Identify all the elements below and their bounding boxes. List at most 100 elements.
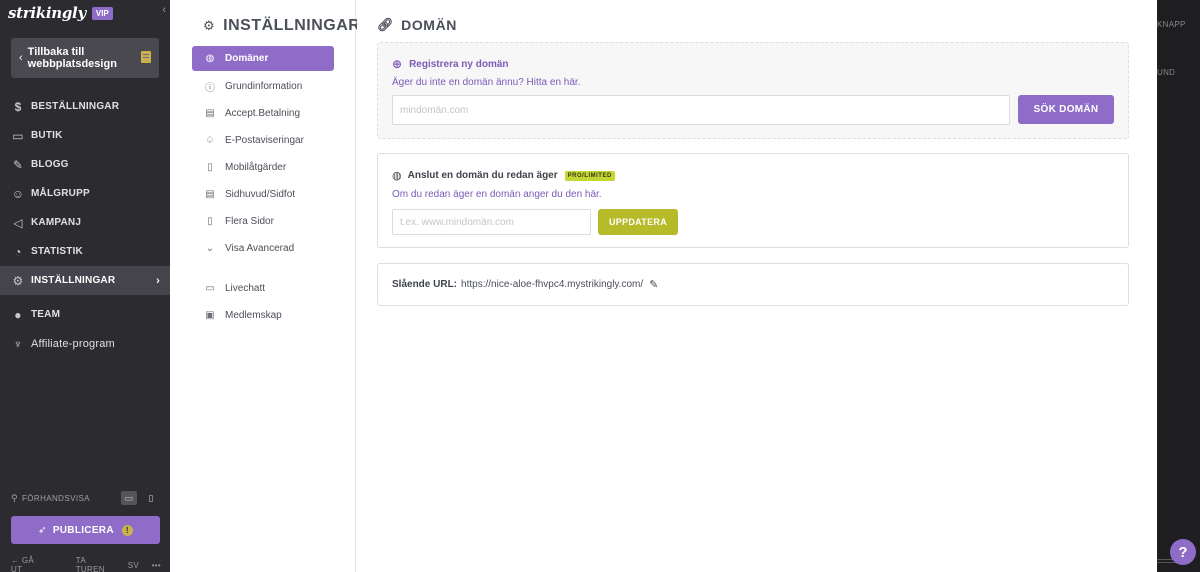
sidebar-item-label: MÅLGRUPP [31, 188, 90, 199]
register-heading-text: Registrera ny domän [409, 58, 509, 70]
chevron-left-icon[interactable]: ‹ [162, 4, 166, 16]
more-icon[interactable]: ••• [152, 561, 161, 570]
logo[interactable]: strikingly [8, 4, 86, 22]
editor-preview-edge: KNAPP UND [1157, 0, 1200, 572]
settings-title: ⚙ INSTÄLLNINGAR [203, 17, 360, 35]
settings-item-show-advanced[interactable]: ⌄ Visa Avancerad [192, 235, 334, 262]
sidebar-item-affiliate[interactable]: ♆ Affiliate-program [0, 329, 170, 358]
bell-icon: ♤ [205, 135, 215, 146]
help-button[interactable]: ? [1170, 539, 1196, 565]
sidebar-item-label: BUTIK [31, 130, 63, 141]
search-plus-icon: ⊕ [392, 57, 403, 71]
sidebar-item-label: STATISTIK [31, 246, 83, 257]
pen-icon: ✎ [12, 157, 24, 172]
settings-item-membership[interactable]: ▣ Medlemskap [192, 302, 334, 329]
settings-title-text: INSTÄLLNINGAR [223, 17, 361, 34]
edge-text: KNAPP [1157, 20, 1186, 29]
sidebar-item-label: INSTÄLLNINGAR [31, 275, 116, 286]
menu-label: Grundinformation [225, 81, 303, 92]
site-url-card: Slående URL: https://nice-aloe-fhvpc4.my… [377, 263, 1129, 306]
gear-icon: ⚙ [12, 273, 24, 288]
register-heading: ⊕ Registrera ny domän [392, 57, 509, 71]
chevron-right-icon: › [156, 274, 160, 287]
sidebar-item-label: TEAM [31, 309, 61, 320]
search-icon: ⚲ [11, 492, 18, 503]
page-icon [141, 51, 151, 63]
settings-item-header-footer[interactable]: ▤ Sidhuvud/Sidfot [192, 181, 334, 208]
menu-label: Flera Sidor [225, 216, 274, 227]
connect-domain-card: ◍ Anslut en domän du redan äger PRO/LIMI… [377, 153, 1129, 248]
info-icon: ⓘ [205, 83, 215, 94]
trophy-icon: ♆ [13, 336, 23, 351]
sidebar-item-audience[interactable]: ☺ MÅLGRUPP [0, 179, 170, 208]
back-button-label: Tillbaka till webbplatsdesign [27, 46, 117, 70]
tour-link[interactable]: TA TUREN [76, 556, 106, 572]
settings-panel: ⚙ INSTÄLLNINGAR ◍ Domäner ⓘ Grundinforma… [170, 0, 360, 572]
mobile-icon: ▯ [207, 162, 213, 173]
sidebar-item-label: BESTÄLLNINGAR [31, 101, 120, 112]
settings-menu: ◍ Domäner ⓘ Grundinformation ▤ Accept.Be… [192, 46, 334, 329]
page-title: 🔗︎ DOMÄN [377, 17, 457, 33]
search-domain-button[interactable]: SÖK DOMÄN [1018, 95, 1114, 124]
sidebar-item-label: Affiliate-program [31, 337, 115, 350]
publish-button[interactable]: ➶ PUBLICERA ! [11, 516, 160, 544]
exit-label: GÅ UT [11, 556, 34, 572]
site-url-value[interactable]: https://nice-aloe-fhvpc4.mystrikingly.co… [461, 279, 643, 290]
team-icon: ● [14, 307, 22, 322]
sidebar-item-orders[interactable]: $ BESTÄLLNINGAR [0, 92, 170, 121]
exit-link[interactable]: ← GÅ UT [11, 556, 54, 572]
publish-label: PUBLICERA [52, 524, 114, 536]
pencil-icon[interactable]: ✎ [649, 278, 658, 291]
domain-search-input[interactable]: mindomän.com [392, 95, 1010, 125]
layout-icon: ▤ [205, 189, 215, 200]
site-url-label: Slående URL: [392, 279, 458, 290]
sidebar-item-statistics[interactable]: ◔ STATISTIK [0, 237, 170, 266]
rocket-icon: ➶ [38, 524, 47, 536]
settings-item-mobile-actions[interactable]: ▯ Mobilåtgärder [192, 154, 334, 181]
menu-label: Mobilåtgärder [225, 162, 287, 173]
edge-text: UND [1157, 68, 1176, 77]
settings-item-domains[interactable]: ◍ Domäner [192, 46, 334, 71]
sidebar-item-settings[interactable]: ⚙ INSTÄLLNINGAR › [0, 266, 170, 295]
custom-domain-input[interactable]: t.ex. www.mindomän.com [392, 209, 591, 235]
settings-item-email-notifications[interactable]: ♤ E-Postaviseringar [192, 127, 334, 154]
settings-item-live-chat[interactable]: ▭ Livechatt [192, 275, 334, 302]
settings-item-multiple-pages[interactable]: ▯ Flera Sidor [192, 208, 334, 235]
settings-item-payments[interactable]: ▤ Accept.Betalning [192, 100, 334, 127]
language-link[interactable]: SV [128, 561, 139, 570]
warning-icon: ! [121, 524, 133, 536]
register-domain-card: ⊕ Registrera ny domän Äger du inte en do… [377, 42, 1129, 139]
gear-icon: ⚙ [203, 18, 216, 33]
sidebar-item-campaign[interactable]: ◁ KAMPANJ [0, 208, 170, 237]
update-button[interactable]: UPPDATERA [598, 209, 678, 235]
chart-icon: ◔ [14, 244, 22, 259]
chevron-left-icon: ‹ [19, 52, 23, 64]
globe-icon: ◍ [205, 53, 215, 64]
plan-badge: PRO/LIMITED [564, 170, 615, 181]
site-url-row: Slående URL: https://nice-aloe-fhvpc4.my… [392, 278, 658, 291]
store-icon: ▭ [12, 128, 24, 143]
sidebar-item-blog[interactable]: ✎ BLOGG [0, 150, 170, 179]
back-to-design-button[interactable]: ‹ Tillbaka till webbplatsdesign [11, 38, 159, 78]
chevron-down-icon: ⌄ [205, 243, 215, 254]
connect-subtext: Om du redan äger en domän anger du den h… [392, 189, 602, 200]
sidebar-item-team[interactable]: ● TEAM [0, 300, 170, 329]
register-subtext: Äger du inte en domän ännu? Hitta en här… [392, 77, 581, 88]
menu-label: Medlemskap [225, 310, 282, 321]
sidebar-item-label: BLOGG [31, 159, 69, 170]
pages-icon: ▯ [207, 216, 213, 227]
member-icon: ▣ [205, 310, 215, 321]
preview-label[interactable]: FÖRHANDSVISA [22, 494, 90, 503]
link-icon: 🔗︎ [377, 17, 395, 32]
sidebar-nav: $ BESTÄLLNINGAR ▭ BUTIK ✎ BLOGG ☺ MÅLGRU… [0, 92, 170, 358]
megaphone-icon: ◁ [13, 215, 23, 230]
app-sidebar: strikingly VIP ‹ ‹ Tillbaka till webbpla… [0, 0, 170, 572]
sidebar-item-store[interactable]: ▭ BUTIK [0, 121, 170, 150]
page-title-text: DOMÄN [401, 17, 457, 33]
dollar-icon: $ [14, 99, 22, 114]
main-content: 🔗︎ DOMÄN ⊕ Registrera ny domän Äger du i… [357, 0, 1157, 572]
desktop-icon[interactable]: ▭ [121, 491, 137, 505]
settings-item-basic-info[interactable]: ⓘ Grundinformation [192, 73, 334, 100]
mobile-icon[interactable]: ▯ [143, 491, 159, 505]
custom-domain-placeholder: t.ex. www.mindomän.com [400, 216, 514, 228]
